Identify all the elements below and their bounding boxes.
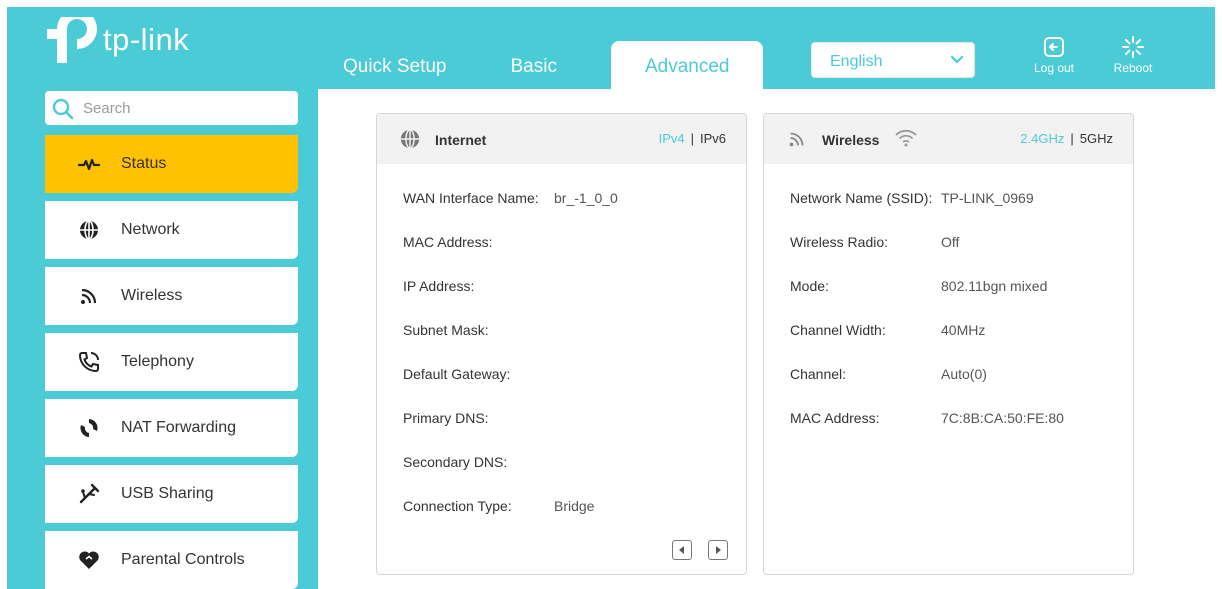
tab-basic[interactable]: Basic [487,41,611,89]
sidebar-item-label: NAT Forwarding [121,419,236,436]
reboot-label: Reboot [1113,61,1153,75]
logout-button[interactable]: Log out [1024,35,1084,75]
internet-card-header: Internet IPv4 | IPv6 [377,114,746,164]
divider: | [690,131,694,146]
wireless-signal-icon [81,288,97,304]
wireless-signal-icon [789,132,804,147]
detail-label: WAN Interface Name: [403,190,539,206]
globe-icon [400,129,420,149]
sidebar-item-label: Status [121,155,167,172]
sidebar-item-nat-forwarding[interactable]: NAT Forwarding [45,399,298,457]
heart-icon [79,551,99,569]
detail-label: Wireless Radio: [790,234,889,250]
globe-icon [80,220,98,240]
sidebar-item-label: USB Sharing [121,485,214,502]
internet-card-title: Internet [435,132,487,148]
detail-label: Channel: [790,366,847,382]
sidebar-item-label: Wireless [121,287,183,304]
detail-value: Bridge [554,498,595,514]
detail-label: IP Address: [403,278,475,294]
detail-label: Secondary DNS: [403,454,508,470]
chevron-left-icon [679,546,684,554]
wireless-card: Wireless 2.4GHz | 5GHz Network Name (SSID)… [763,113,1134,575]
sidebar-item-parental-controls[interactable]: Parental Controls [45,531,298,589]
wifi-icon [895,129,917,147]
sidebar-item-wireless[interactable]: Wireless [45,267,298,325]
detail-label: Channel Width: [790,322,886,338]
wireless-card-title: Wireless [822,132,880,148]
status-pulse-icon [77,158,101,171]
detail-value: TP-LINK_0969 [941,190,1034,206]
sidebar-menu: Status Network Wireless Telephony NAT Fo… [45,135,298,589]
sidebar-item-network[interactable]: Network [45,201,298,259]
ip-version-switch: IPv4 | IPv6 [659,131,726,146]
brand-name: tp-link [103,22,190,57]
top-nav-tabs: Quick Setup Basic Advanced [319,41,764,89]
search-icon [52,98,74,120]
tab-quick-setup[interactable]: Quick Setup [319,41,487,89]
sidebar-item-telephony[interactable]: Telephony [45,333,298,391]
sidebar-item-label: Parental Controls [121,551,245,568]
search-input[interactable] [83,96,288,120]
detail-label: MAC Address: [403,234,493,250]
search-box [45,91,298,125]
language-select[interactable]: English [811,42,975,78]
detail-label: Connection Type: [403,498,512,514]
next-page-button[interactable] [708,540,728,560]
detail-label: Default Gateway: [403,366,511,382]
ipv6-toggle[interactable]: IPv6 [700,131,726,146]
divider: | [1070,131,1074,146]
reboot-button[interactable]: Reboot [1103,35,1163,75]
band-5ghz-toggle[interactable]: 5GHz [1080,131,1113,146]
router-admin-app: tp-link Quick Setup Basic Advanced Engli… [7,7,1215,589]
prev-page-button[interactable] [672,540,692,560]
logout-icon [1044,37,1064,57]
wireless-card-header: Wireless 2.4GHz | 5GHz [764,114,1133,164]
detail-value: 802.11bgn mixed [941,278,1048,294]
detail-value: 40MHz [941,322,986,338]
band-switch: 2.4GHz | 5GHz [1020,131,1113,146]
chevron-right-icon [716,546,721,554]
language-select-value: English [830,53,883,70]
detail-label: Mode: [790,278,829,294]
usb-icon [79,483,100,504]
nat-icon [80,419,98,437]
sidebar-item-label: Network [121,221,180,238]
ipv4-toggle[interactable]: IPv4 [659,131,685,146]
sidebar-item-usb-sharing[interactable]: USB Sharing [45,465,298,523]
reboot-icon [1122,36,1144,58]
detail-value: Off [941,234,960,250]
chevron-down-icon [950,55,964,64]
tp-link-logo-icon [47,17,97,63]
sidebar-item-status[interactable]: Status [45,135,298,193]
detail-value: br_-1_0_0 [554,190,618,206]
sidebar-item-label: Telephony [121,353,194,370]
detail-value: 7C:8B:CA:50:FE:80 [941,410,1064,426]
detail-label: Primary DNS: [403,410,489,426]
phone-icon [78,352,99,373]
detail-label: Network Name (SSID): [790,190,933,206]
internet-pager [656,540,728,560]
internet-card: Internet IPv4 | IPv6 WAN Interface Name: b… [376,113,747,575]
tab-advanced[interactable]: Advanced [610,41,764,89]
detail-label: Subnet Mask: [403,322,489,338]
detail-value: Auto(0) [941,366,987,382]
brand-logo: tp-link [43,17,189,63]
logout-label: Log out [1033,61,1075,75]
band-2-4ghz-toggle[interactable]: 2.4GHz [1020,131,1064,146]
main-content: Internet IPv4 | IPv6 WAN Interface Name: b… [318,89,1215,589]
detail-label: MAC Address: [790,410,880,426]
